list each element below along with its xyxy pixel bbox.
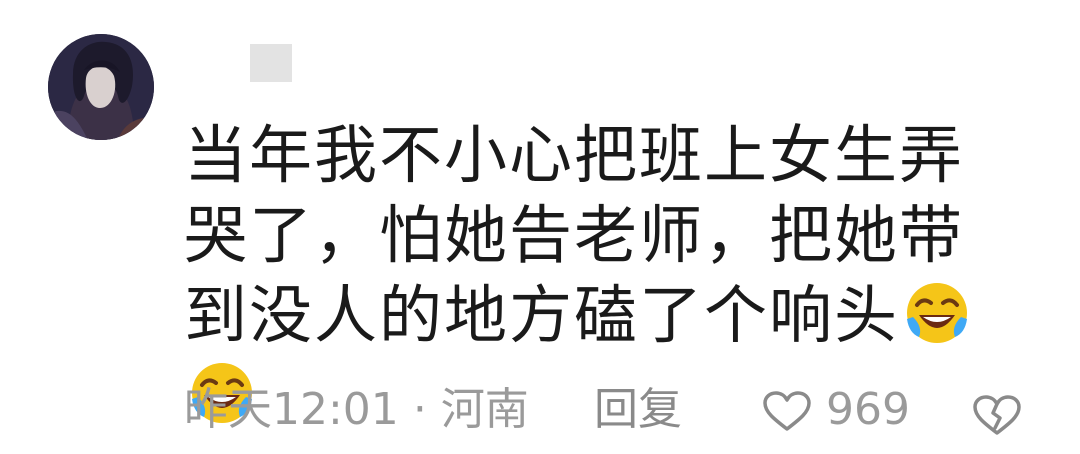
- comment-location: 河南: [440, 384, 529, 435]
- like-count: 969: [826, 384, 910, 435]
- comment-footer: 昨天12:01 · 河南 回复 969: [184, 378, 1044, 442]
- avatar-image: [48, 34, 154, 140]
- comment-meta: 昨天12:01 · 河南: [184, 378, 529, 442]
- laugh-cry-emoji-icon: [903, 279, 971, 347]
- broken-heart-icon: [973, 395, 1021, 435]
- heart-outline-icon: [763, 391, 811, 431]
- reply-button[interactable]: 回复: [594, 378, 682, 442]
- dislike-button[interactable]: [972, 390, 1022, 454]
- meta-separator: ·: [412, 384, 427, 435]
- comment-text: 当年我不小心把班上女生弄哭了，怕她告老师，把她带到没人的地方磕了个响头: [184, 119, 964, 352]
- username-redacted[interactable]: [250, 44, 292, 82]
- comment-time: 昨天12:01: [184, 384, 399, 435]
- comment-card: 当年我不小心把班上女生弄哭了，怕她告老师，把她带到没人的地方磕了个响头 昨天12…: [0, 0, 1080, 448]
- avatar[interactable]: [48, 34, 154, 140]
